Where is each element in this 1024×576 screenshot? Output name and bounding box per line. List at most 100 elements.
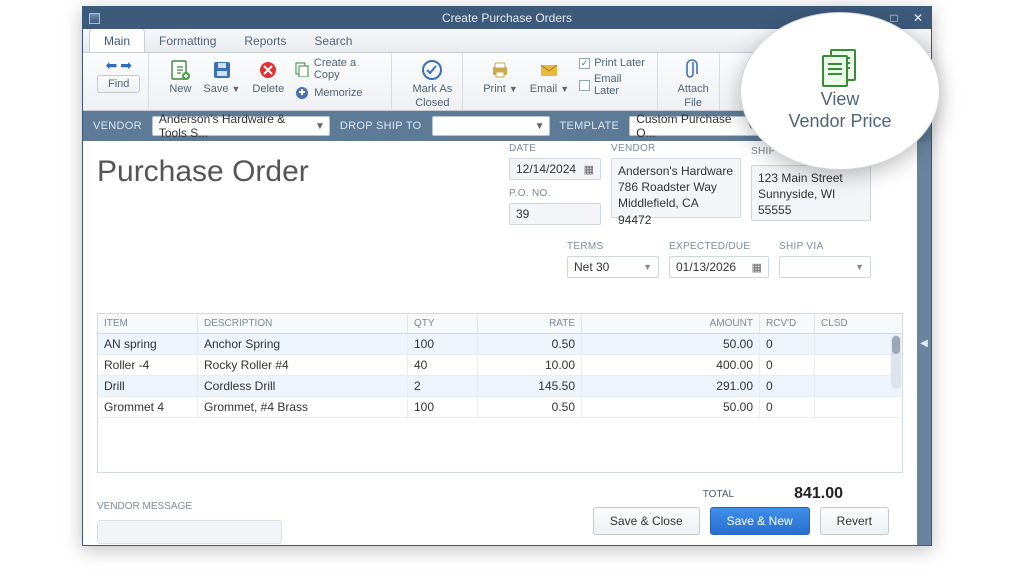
check-icon: ✓: [579, 58, 590, 69]
cell-description[interactable]: Cordless Drill: [198, 376, 408, 396]
shipvia-label: SHIP VIA: [779, 241, 871, 252]
cell-rate[interactable]: 145.50: [478, 376, 582, 396]
chevron-down-icon: ▼: [535, 121, 545, 132]
col-amount[interactable]: AMOUNT: [582, 314, 760, 333]
cell-item[interactable]: Grommet 4: [98, 397, 198, 417]
grid-empty-area[interactable]: [98, 418, 902, 472]
pono-label: P.O. NO.: [509, 188, 601, 199]
template-select[interactable]: Custom Purchase O...▼: [629, 116, 761, 136]
calendar-icon[interactable]: ▦: [584, 163, 594, 176]
table-row[interactable]: AN springAnchor Spring1000.5050.000: [98, 334, 902, 355]
sidebar-toggle[interactable]: ◀: [917, 141, 931, 545]
expected-field[interactable]: 01/13/2026▦: [669, 256, 769, 278]
cell-clsd[interactable]: [815, 355, 857, 375]
cell-item[interactable]: AN spring: [98, 334, 198, 354]
tab-reports[interactable]: Reports: [230, 29, 300, 52]
table-row[interactable]: Grommet 4Grommet, #4 Brass1000.5050.000: [98, 397, 902, 418]
cell-qty[interactable]: 100: [408, 397, 478, 417]
line-items-grid: ITEM DESCRIPTION QTY RATE AMOUNT RCV'D C…: [97, 313, 903, 473]
cell-clsd[interactable]: [815, 334, 857, 354]
cell-qty[interactable]: 100: [408, 334, 478, 354]
email-dropdown-icon[interactable]: ▼: [560, 84, 569, 94]
save-button[interactable]: Save▼: [201, 57, 242, 97]
col-description[interactable]: DESCRIPTION: [198, 314, 408, 333]
cell-rcvd[interactable]: 0: [760, 334, 815, 354]
find-button[interactable]: Find: [97, 75, 140, 93]
table-row[interactable]: DrillCordless Drill2145.50291.000: [98, 376, 902, 397]
print-later-checkbox[interactable]: ✓ Print Later: [579, 57, 648, 69]
cell-description[interactable]: Anchor Spring: [198, 334, 408, 354]
prev-record-icon[interactable]: ⬅: [105, 57, 117, 74]
terms-label: TERMS: [567, 241, 659, 252]
vendor-message-label: VENDOR MESSAGE: [97, 501, 192, 512]
col-clsd[interactable]: CLSD: [815, 314, 857, 333]
mark-as-closed-button[interactable]: Mark As Closed: [410, 57, 454, 111]
chevron-down-icon: ▼: [315, 121, 325, 132]
document-body: Purchase Order DATE 12/14/2024 ▦ P.O. NO…: [83, 141, 931, 545]
cell-rcvd[interactable]: 0: [760, 376, 815, 396]
tab-formatting[interactable]: Formatting: [145, 29, 230, 52]
create-copy-button[interactable]: Create a Copy: [294, 57, 383, 81]
cell-rate[interactable]: 0.50: [478, 334, 582, 354]
cell-amount[interactable]: 50.00: [582, 397, 760, 417]
cell-description[interactable]: Grommet, #4 Brass: [198, 397, 408, 417]
vendor-address-box[interactable]: Anderson's Hardware 786 Roadster Way Mid…: [611, 158, 741, 218]
cell-rate[interactable]: 10.00: [478, 355, 582, 375]
delete-button[interactable]: Delete: [250, 57, 286, 97]
cell-rcvd[interactable]: 0: [760, 397, 815, 417]
grid-scrollbar[interactable]: [891, 335, 901, 389]
cell-item[interactable]: Roller -4: [98, 355, 198, 375]
print-button[interactable]: Print▼: [481, 57, 520, 97]
col-item[interactable]: ITEM: [98, 314, 198, 333]
cell-amount[interactable]: 50.00: [582, 334, 760, 354]
print-dropdown-icon[interactable]: ▼: [509, 84, 518, 94]
terms-select[interactable]: Net 30▼: [567, 256, 659, 278]
cell-item[interactable]: Drill: [98, 376, 198, 396]
scrollbar-thumb[interactable]: [892, 336, 900, 354]
cell-amount[interactable]: 291.00: [582, 376, 760, 396]
vendor-select[interactable]: Anderson's Hardware & Tools S...▼: [152, 116, 330, 136]
tab-search[interactable]: Search: [300, 29, 366, 52]
email-button[interactable]: Email▼: [528, 57, 571, 97]
col-rcvd[interactable]: RCV'D: [760, 314, 815, 333]
new-button[interactable]: New: [167, 57, 193, 97]
shipto-address-box[interactable]: 123 Main Street Sunnyside, WI 55555: [751, 165, 871, 221]
close-button[interactable]: ✕: [909, 11, 927, 25]
vendor-label: VENDOR: [93, 120, 142, 132]
cell-qty[interactable]: 40: [408, 355, 478, 375]
save-close-button[interactable]: Save & Close: [593, 507, 700, 535]
unchecked-icon: [579, 80, 590, 91]
save-new-button[interactable]: Save & New: [710, 507, 810, 535]
shipvia-select[interactable]: ▼: [779, 256, 871, 278]
chevron-down-icon: ▼: [855, 262, 864, 272]
vendor-message-input[interactable]: [97, 520, 282, 544]
email-later-checkbox[interactable]: Email Later: [579, 73, 648, 97]
view-vendor-price-callout[interactable]: View Vendor Price: [740, 12, 940, 170]
calendar-icon[interactable]: ▦: [752, 261, 762, 274]
table-row[interactable]: Roller -4Rocky Roller #44010.00400.000: [98, 355, 902, 376]
memorize-button[interactable]: Memorize: [294, 85, 383, 101]
cell-amount[interactable]: 400.00: [582, 355, 760, 375]
cell-description[interactable]: Rocky Roller #4: [198, 355, 408, 375]
vendor-box-label: VENDOR: [611, 143, 741, 154]
grid-body: AN springAnchor Spring1000.5050.000Rolle…: [98, 334, 902, 418]
revert-button[interactable]: Revert: [820, 507, 889, 535]
col-rate[interactable]: RATE: [478, 314, 582, 333]
pono-field[interactable]: 39: [509, 203, 601, 225]
save-dropdown-icon[interactable]: ▼: [232, 84, 241, 94]
cell-rate[interactable]: 0.50: [478, 397, 582, 417]
cell-clsd[interactable]: [815, 376, 857, 396]
cell-qty[interactable]: 2: [408, 376, 478, 396]
dropship-label: DROP SHIP TO: [340, 120, 422, 132]
cell-rcvd[interactable]: 0: [760, 355, 815, 375]
tab-main[interactable]: Main: [89, 28, 145, 52]
template-label: TEMPLATE: [560, 120, 620, 132]
dropship-select[interactable]: ▼: [432, 116, 550, 136]
chevron-down-icon: ▼: [643, 262, 652, 272]
next-record-icon[interactable]: ➡: [120, 57, 132, 74]
cell-clsd[interactable]: [815, 397, 857, 417]
col-qty[interactable]: QTY: [408, 314, 478, 333]
date-field[interactable]: 12/14/2024 ▦: [509, 158, 601, 180]
attach-file-button[interactable]: Attach File: [676, 57, 711, 111]
system-menu-icon[interactable]: [89, 13, 100, 24]
